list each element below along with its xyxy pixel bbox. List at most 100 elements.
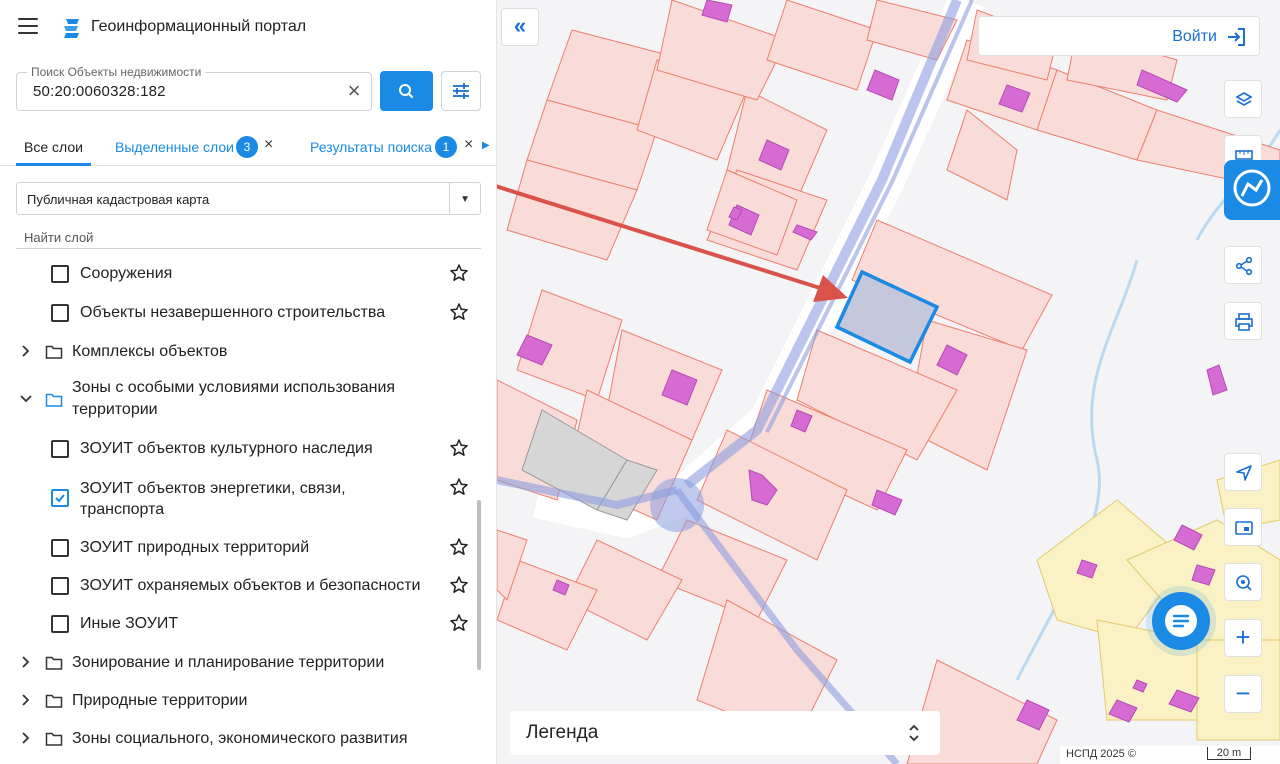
chat-icon xyxy=(1165,605,1197,637)
layer-checkbox[interactable] xyxy=(51,304,69,322)
login-button[interactable]: Войти xyxy=(978,16,1260,56)
folder-open-icon xyxy=(45,393,63,407)
layer-checkbox[interactable] xyxy=(51,539,69,557)
tab-selected-layers[interactable]: Выделенные слои xyxy=(115,139,234,155)
zone-junction xyxy=(650,478,704,532)
locate-button[interactable] xyxy=(1224,453,1262,491)
print-button[interactable] xyxy=(1224,302,1262,340)
chevron-right-icon[interactable] xyxy=(19,344,33,358)
layer-label: ЗОУИТ охраняемых объектов и безопасности xyxy=(80,577,421,594)
login-label: Войти xyxy=(1172,28,1217,45)
legend-label: Легенда xyxy=(526,722,599,743)
map-bot-button[interactable] xyxy=(1224,160,1280,220)
star-icon[interactable] xyxy=(449,613,469,633)
portal-logo-icon xyxy=(64,19,79,38)
share-button[interactable] xyxy=(1224,246,1262,284)
map-attribution: НСПД 2025 © 20 m xyxy=(1060,746,1280,764)
collapse-sidebar-button[interactable]: « xyxy=(501,8,539,46)
layer-checkbox[interactable] xyxy=(51,265,69,283)
chevron-right-icon[interactable] xyxy=(19,731,33,745)
search-field[interactable]: Поиск Объекты недвижимости 50:20:0060328… xyxy=(16,65,372,111)
layer-group-row[interactable]: Комплексы объектов xyxy=(0,340,480,364)
layer-group-row[interactable]: Зоны социального, экономического развити… xyxy=(0,727,480,751)
sidebar: Геоинформационный портал Поиск Объекты н… xyxy=(0,0,497,764)
star-icon[interactable] xyxy=(449,263,469,283)
star-icon[interactable] xyxy=(449,302,469,322)
layer-row[interactable]: Сооружения xyxy=(0,262,480,286)
layer-group-label: Зоны с особыми условиями использования т… xyxy=(72,379,396,418)
folder-icon xyxy=(45,732,63,746)
close-results-tab-icon[interactable]: × xyxy=(464,136,473,154)
layer-checkbox[interactable] xyxy=(51,615,69,633)
tab-search-results[interactable]: Результаты поиска xyxy=(310,139,432,155)
layer-label: ЗОУИТ объектов культурного наследия xyxy=(80,440,373,457)
layer-label: ЗОУИТ объектов энергетики, связи, трансп… xyxy=(80,480,346,518)
close-selected-tab-icon[interactable]: × xyxy=(264,136,273,154)
search-input[interactable]: 50:20:0060328:182 xyxy=(33,83,166,100)
folder-icon xyxy=(45,345,63,359)
legend-panel[interactable]: Легенда xyxy=(510,711,940,755)
layer-tree-scrollbar[interactable] xyxy=(477,500,481,670)
select-divider xyxy=(449,183,450,214)
zoom-in-button[interactable]: + xyxy=(1224,619,1262,657)
layer-label: Иные ЗОУИТ xyxy=(80,615,179,632)
search-location-icon xyxy=(1236,575,1252,591)
layer-group-row[interactable]: Природные территории xyxy=(0,689,480,713)
chat-button[interactable] xyxy=(1152,592,1210,650)
filter-settings-button[interactable] xyxy=(441,71,481,111)
layer-row[interactable]: Объекты незавершенного строительства xyxy=(0,301,480,325)
login-icon xyxy=(1228,28,1245,46)
sliders-icon xyxy=(453,83,469,99)
attribution-text: НСПД 2025 © xyxy=(1066,748,1136,760)
tabs-scroll-right-icon[interactable]: ▶ xyxy=(482,140,490,151)
basemap-select[interactable]: Публичная кадастровая карта ▼ xyxy=(16,182,481,215)
search-field-label: Поиск Объекты недвижимости xyxy=(27,65,206,79)
layer-search-input[interactable]: Найти слой xyxy=(16,226,481,249)
layer-group-label: Зоны социального, экономического развити… xyxy=(72,730,408,747)
layer-row[interactable]: ЗОУИТ охраняемых объектов и безопасности xyxy=(0,574,480,598)
search-location-button[interactable] xyxy=(1224,563,1262,601)
layer-row[interactable]: ЗОУИТ объектов культурного наследия xyxy=(0,437,480,461)
star-icon[interactable] xyxy=(449,477,469,497)
layers-icon xyxy=(1235,92,1253,106)
scale-bar: 20 m xyxy=(1207,747,1251,760)
star-icon[interactable] xyxy=(449,575,469,595)
app-title: Геоинформационный портал xyxy=(91,18,307,35)
search-icon xyxy=(399,84,414,99)
star-icon[interactable] xyxy=(449,537,469,557)
folder-icon xyxy=(45,694,63,708)
layer-group-label: Природные территории xyxy=(72,692,248,709)
selected-count-badge: 3 xyxy=(236,136,258,158)
search-button[interactable] xyxy=(380,71,433,111)
map-chat-icon xyxy=(1233,169,1271,207)
clear-icon[interactable]: × xyxy=(343,80,365,102)
layer-row[interactable]: Иные ЗОУИТ xyxy=(0,612,480,636)
tab-all-layers[interactable]: Все слои xyxy=(24,139,83,155)
layers-button[interactable] xyxy=(1224,80,1262,118)
chevron-right-icon[interactable] xyxy=(19,693,33,707)
minimap-icon xyxy=(1235,521,1253,535)
layer-row[interactable]: ЗОУИТ объектов энергетики, связи, трансп… xyxy=(0,477,480,521)
chevron-down-icon: ▼ xyxy=(460,194,470,205)
chevron-right-icon[interactable] xyxy=(19,655,33,669)
menu-icon[interactable] xyxy=(18,18,38,34)
layer-checkbox[interactable] xyxy=(51,440,69,458)
layer-checkbox-checked[interactable] xyxy=(51,489,69,507)
results-count-badge: 1 xyxy=(435,136,457,158)
chevron-down-icon[interactable] xyxy=(19,392,33,406)
layer-group-row[interactable]: Зонирование и планирование территории xyxy=(0,651,480,675)
star-icon[interactable] xyxy=(449,438,469,458)
share-icon xyxy=(1235,256,1253,276)
expand-collapse-icon[interactable] xyxy=(908,723,920,743)
layer-checkbox[interactable] xyxy=(51,577,69,595)
map-view[interactable]: « Войти + − Легенда НСПД 2025 © 20 m xyxy=(497,0,1280,764)
locate-icon xyxy=(1236,465,1252,481)
layer-tabs: Все слои Выделенные слои 3 × Результаты … xyxy=(0,128,497,166)
layer-group-row[interactable]: Зоны с особыми условиями использования т… xyxy=(0,376,480,424)
layer-row[interactable]: ЗОУИТ природных территорий xyxy=(0,536,480,560)
layer-search-placeholder: Найти слой xyxy=(24,230,94,245)
active-tab-indicator xyxy=(16,163,91,166)
minimap-button[interactable] xyxy=(1224,508,1262,546)
zoom-out-button[interactable]: − xyxy=(1224,675,1262,713)
layer-tree: Сооружения Объекты незавершенного строит… xyxy=(0,252,480,764)
